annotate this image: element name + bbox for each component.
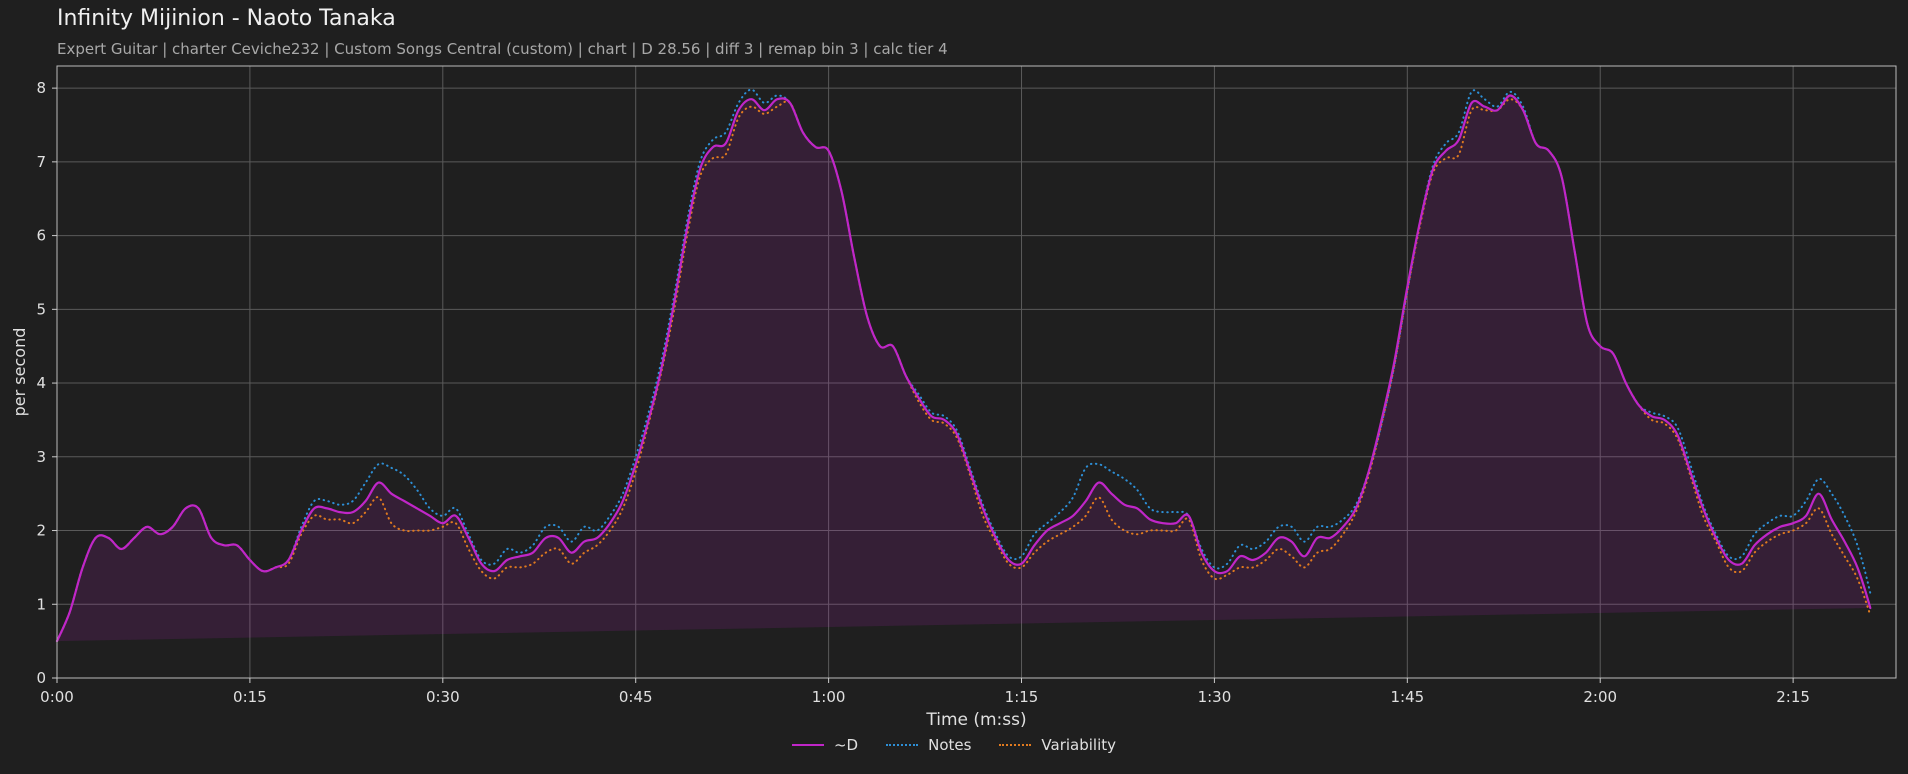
legend-swatch-notes (886, 744, 919, 746)
x-tick-label: 1:30 (1198, 688, 1232, 706)
legend-item-variability: Variability (999, 736, 1116, 754)
x-axis-ticks: 0:00 0:15 0:30 0:45 1:00 1:15 1:30 1:45 2:00 2:15 (40, 678, 1810, 706)
y-tick-label: 0 (36, 669, 46, 687)
legend-swatch-variability (999, 744, 1032, 746)
d-area-fill (57, 95, 1871, 642)
y-axis-label: per second (10, 328, 29, 417)
x-tick-label: 2:15 (1776, 688, 1810, 706)
x-tick-label: 1:45 (1390, 688, 1424, 706)
legend-swatch-d (791, 744, 824, 746)
y-axis-ticks: 0 1 2 3 4 5 6 7 8 (36, 79, 57, 687)
legend-label-d: ~D (833, 736, 859, 754)
x-tick-label: 1:00 (812, 688, 846, 706)
legend-label-notes: Notes (928, 736, 972, 754)
y-tick-label: 7 (36, 153, 46, 171)
legend-label-variability: Variability (1041, 736, 1117, 754)
y-tick-label: 5 (36, 300, 46, 318)
x-tick-label: 0:30 (426, 688, 460, 706)
chart-canvas: 0:00 0:15 0:30 0:45 1:00 1:15 1:30 1:45 2:00 2:15… (10, 65, 1897, 730)
x-tick-label: 2:00 (1583, 688, 1617, 706)
y-tick-label: 4 (36, 374, 46, 392)
y-tick-label: 2 (36, 522, 46, 540)
x-tick-label: 0:00 (40, 688, 74, 706)
legend: ~D Notes Variability (0, 736, 1908, 754)
area-fill (57, 95, 1871, 642)
x-tick-label: 0:15 (233, 688, 267, 706)
legend-item-notes: Notes (886, 736, 971, 754)
x-axis-label: Time (m:ss) (925, 710, 1026, 730)
y-tick-label: 8 (36, 79, 46, 97)
y-tick-label: 6 (36, 227, 46, 245)
y-tick-label: 1 (36, 595, 46, 613)
x-tick-label: 0:45 (619, 688, 653, 706)
legend-item-d: ~D (791, 736, 859, 754)
x-tick-label: 1:15 (1005, 688, 1039, 706)
y-tick-label: 3 (36, 448, 46, 466)
